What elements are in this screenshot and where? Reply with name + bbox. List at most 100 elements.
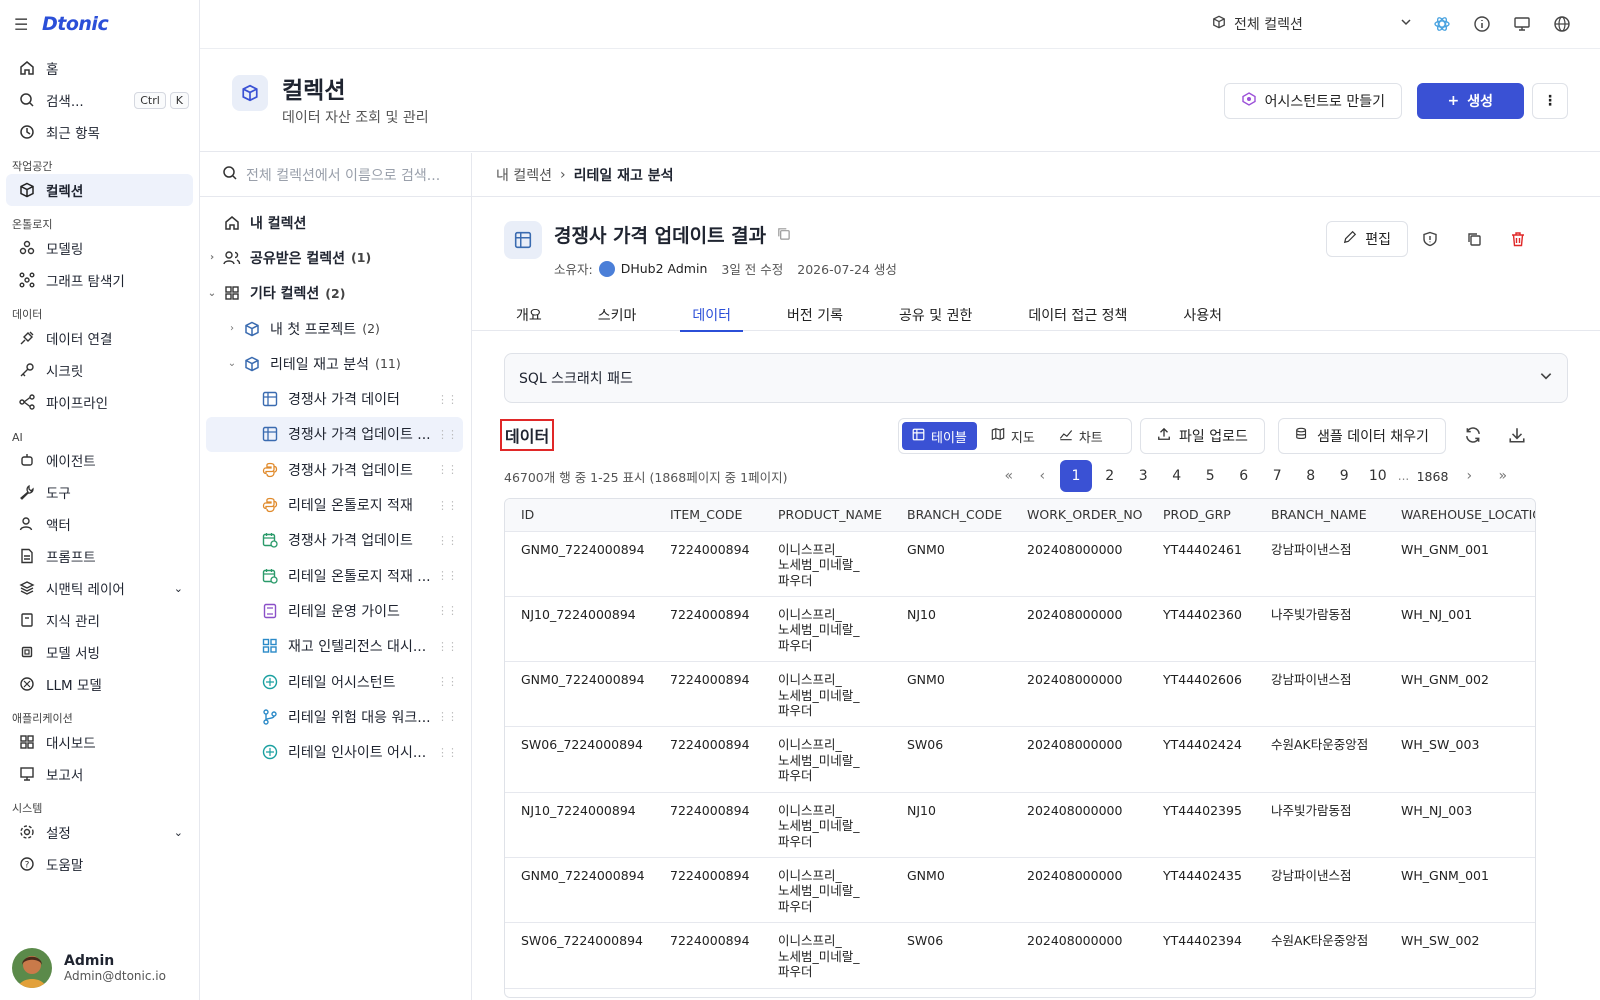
drag-handle-icon[interactable]: ⋮⋮ <box>437 746 458 759</box>
nav-serving[interactable]: 모델 서빙 <box>6 636 193 668</box>
tree-item[interactable]: 리테일 위험 대응 워크... ⋮⋮ <box>200 699 463 734</box>
download-icon[interactable] <box>1508 426 1526 448</box>
breadcrumb-current[interactable]: 리테일 재고 분석 <box>574 165 674 185</box>
tab-data[interactable]: 데이터 <box>680 299 743 332</box>
tree-item[interactable]: 리테일 어시스턴트 ⋮⋮ <box>200 664 463 699</box>
page-button[interactable]: 2 <box>1093 460 1127 492</box>
tab-schema[interactable]: 스키마 <box>586 299 649 331</box>
nav-pipeline[interactable]: 파이프라인 <box>6 386 193 418</box>
refresh-icon[interactable] <box>1464 426 1482 448</box>
tab-usage[interactable]: 사용처 <box>1171 299 1234 331</box>
drag-handle-icon[interactable]: ⋮⋮ <box>437 640 458 653</box>
page-button[interactable]: 6 <box>1227 460 1261 492</box>
tree-item[interactable]: 리테일 인사이트 어시... ⋮⋮ <box>200 734 463 769</box>
nav-secret[interactable]: 시크릿 <box>6 354 193 386</box>
tree-retail[interactable]: ⌄ 리테일 재고 분석 (11) <box>200 346 463 381</box>
drag-handle-icon[interactable]: ⋮⋮ <box>437 463 458 476</box>
make-assistant-button[interactable]: 어시스턴트로 만들기 <box>1223 83 1402 119</box>
column-header[interactable]: WAREHOUSE_LOCATION <box>1385 499 1535 532</box>
nav-help[interactable]: ? 도움말 <box>6 848 193 880</box>
tree-item[interactable]: 리테일 운영 가이드 ⋮⋮ <box>200 593 463 628</box>
shield-icon[interactable] <box>1420 229 1440 249</box>
nav-prompt[interactable]: 프롬프트 <box>6 540 193 572</box>
tree-item[interactable]: 리테일 온톨로지 적재 ⋮⋮ <box>200 487 463 522</box>
chevron-right-icon[interactable]: › <box>226 323 238 334</box>
file-upload-button[interactable]: 파일 업로드 <box>1140 418 1265 454</box>
chevron-right-icon[interactable]: › <box>206 252 218 263</box>
nav-dashboard[interactable]: 대시보드 <box>6 726 193 758</box>
user-profile[interactable]: Admin Admin@dtonic.io <box>12 948 166 988</box>
info-icon[interactable] <box>1472 14 1492 34</box>
table-row[interactable]: GNM0_7224000894 7224000894 이니스프리_ 노세범_미네랄_ 파… <box>505 661 1535 728</box>
nav-recent[interactable]: 최근 항목 <box>6 116 193 148</box>
more-options-button[interactable]: ⋮ <box>1532 83 1568 119</box>
first-page-icon[interactable]: « <box>992 460 1026 492</box>
tree-item[interactable]: 경쟁사 가격 데이터 ⋮⋮ <box>200 381 463 416</box>
drag-handle-icon[interactable]: ⋮⋮ <box>437 534 458 547</box>
drag-handle-icon[interactable]: ⋮⋮ <box>437 569 458 582</box>
duplicate-icon[interactable] <box>1464 229 1484 249</box>
page-button[interactable]: 7 <box>1261 460 1295 492</box>
column-header[interactable]: ID <box>505 499 654 532</box>
table-row[interactable]: SW06_7224000894 7224000894 이니스프리_ 노세범_미네랄_ 파… <box>505 726 1535 793</box>
table-row[interactable]: SW06_7224000894 7224000894 이니스프리_ 노세범_미네랄_ 파… <box>505 922 1535 989</box>
table-row[interactable]: GNM0_7224000894 7224000894 이니스프리_ 노세범_미네랄_ 파… <box>505 857 1535 924</box>
nav-collection[interactable]: 컬렉션 <box>6 174 193 206</box>
nav-actor[interactable]: 액터 <box>6 508 193 540</box>
drag-handle-icon[interactable]: ⋮⋮ <box>437 393 458 406</box>
edit-button[interactable]: 편집 <box>1326 221 1408 257</box>
nav-graph[interactable]: 그래프 탐색기 <box>6 264 193 296</box>
page-button[interactable]: 3 <box>1127 460 1161 492</box>
tree-item-selected[interactable]: 경쟁사 가격 업데이트 ... ⋮⋮ <box>206 416 463 453</box>
column-header[interactable]: BRANCH_CODE <box>891 499 1011 532</box>
nav-agent[interactable]: 에이전트 <box>6 444 193 476</box>
nav-knowledge[interactable]: 지식 관리 <box>6 604 193 636</box>
page-button[interactable]: 4 <box>1160 460 1194 492</box>
next-page-icon[interactable]: › <box>1453 460 1487 492</box>
nav-semantic[interactable]: 시맨틱 레이어 ⌄ <box>6 572 193 604</box>
chevron-down-icon[interactable]: ⌄ <box>206 288 218 299</box>
table-row[interactable]: GNM0_7224000894 7224000894 이니스프리_ 노세범_미네랄_ 파… <box>505 531 1535 597</box>
drag-handle-icon[interactable]: ⋮⋮ <box>437 710 458 723</box>
tree-item[interactable]: 리테일 온톨로지 적재 ... ⋮⋮ <box>200 558 463 593</box>
copy-icon[interactable] <box>776 224 791 246</box>
drag-handle-icon[interactable]: ⋮⋮ <box>437 675 458 688</box>
collection-select[interactable]: 전체 컬렉션 <box>1212 14 1412 34</box>
nav-modeling[interactable]: 모델링 <box>6 232 193 264</box>
tree-item[interactable]: 경쟁사 가격 업데이트 ⋮⋮ <box>200 523 463 558</box>
page-button[interactable]: 9 <box>1328 460 1362 492</box>
page-button[interactable]: 10 <box>1361 460 1395 492</box>
chevron-down-icon[interactable]: ⌄ <box>174 826 183 839</box>
last-page-icon[interactable]: » <box>1486 460 1520 492</box>
view-chart-button[interactable]: 차트 <box>1049 422 1113 450</box>
column-header[interactable]: PROD_GRP <box>1147 499 1255 532</box>
nav-tool[interactable]: 도구 <box>6 476 193 508</box>
page-button[interactable]: 1868 <box>1413 460 1453 492</box>
tree-first-project[interactable]: › 내 첫 프로젝트 (2) <box>200 311 463 346</box>
nav-report[interactable]: 보고서 <box>6 758 193 790</box>
nav-settings[interactable]: 설정 ⌄ <box>6 816 193 848</box>
page-button[interactable]: 5 <box>1194 460 1228 492</box>
nav-search[interactable]: 검색... Ctrl K <box>6 84 193 116</box>
nav-home[interactable]: 홈 <box>6 52 193 84</box>
tab-access-policy[interactable]: 데이터 접근 정책 <box>1016 299 1139 331</box>
tree-search-input[interactable]: 전체 컬렉션에서 이름으로 검색... <box>200 153 471 197</box>
drag-handle-icon[interactable]: ⋮⋮ <box>437 604 458 617</box>
view-table-button[interactable]: 테이블 <box>902 422 977 450</box>
column-header[interactable]: BRANCH_NAME <box>1255 499 1385 532</box>
nav-llm[interactable]: LLM 모델 <box>6 668 193 700</box>
chevron-down-icon[interactable]: ⌄ <box>174 582 183 595</box>
create-button[interactable]: + 생성 <box>1416 83 1524 119</box>
chevron-down-icon[interactable]: ⌄ <box>226 358 238 369</box>
brand-logo[interactable]: Dtonic <box>42 13 109 35</box>
menu-icon[interactable]: ☰ <box>14 15 28 34</box>
trash-icon[interactable] <box>1508 229 1528 249</box>
page-button[interactable]: 1 <box>1060 460 1092 492</box>
tab-sharing[interactable]: 공유 및 권한 <box>887 299 984 331</box>
table-row[interactable]: NJ10_7224000894 7224000894 이니스프리_ 노세범_미네랄_ 파… <box>505 596 1535 663</box>
page-button[interactable]: 8 <box>1294 460 1328 492</box>
tab-overview[interactable]: 개요 <box>504 299 554 331</box>
tree-item[interactable]: 재고 인텔리전스 대시... ⋮⋮ <box>200 629 463 664</box>
atom-icon[interactable] <box>1432 14 1452 34</box>
breadcrumb-root[interactable]: 내 컬렉션 <box>496 165 552 185</box>
